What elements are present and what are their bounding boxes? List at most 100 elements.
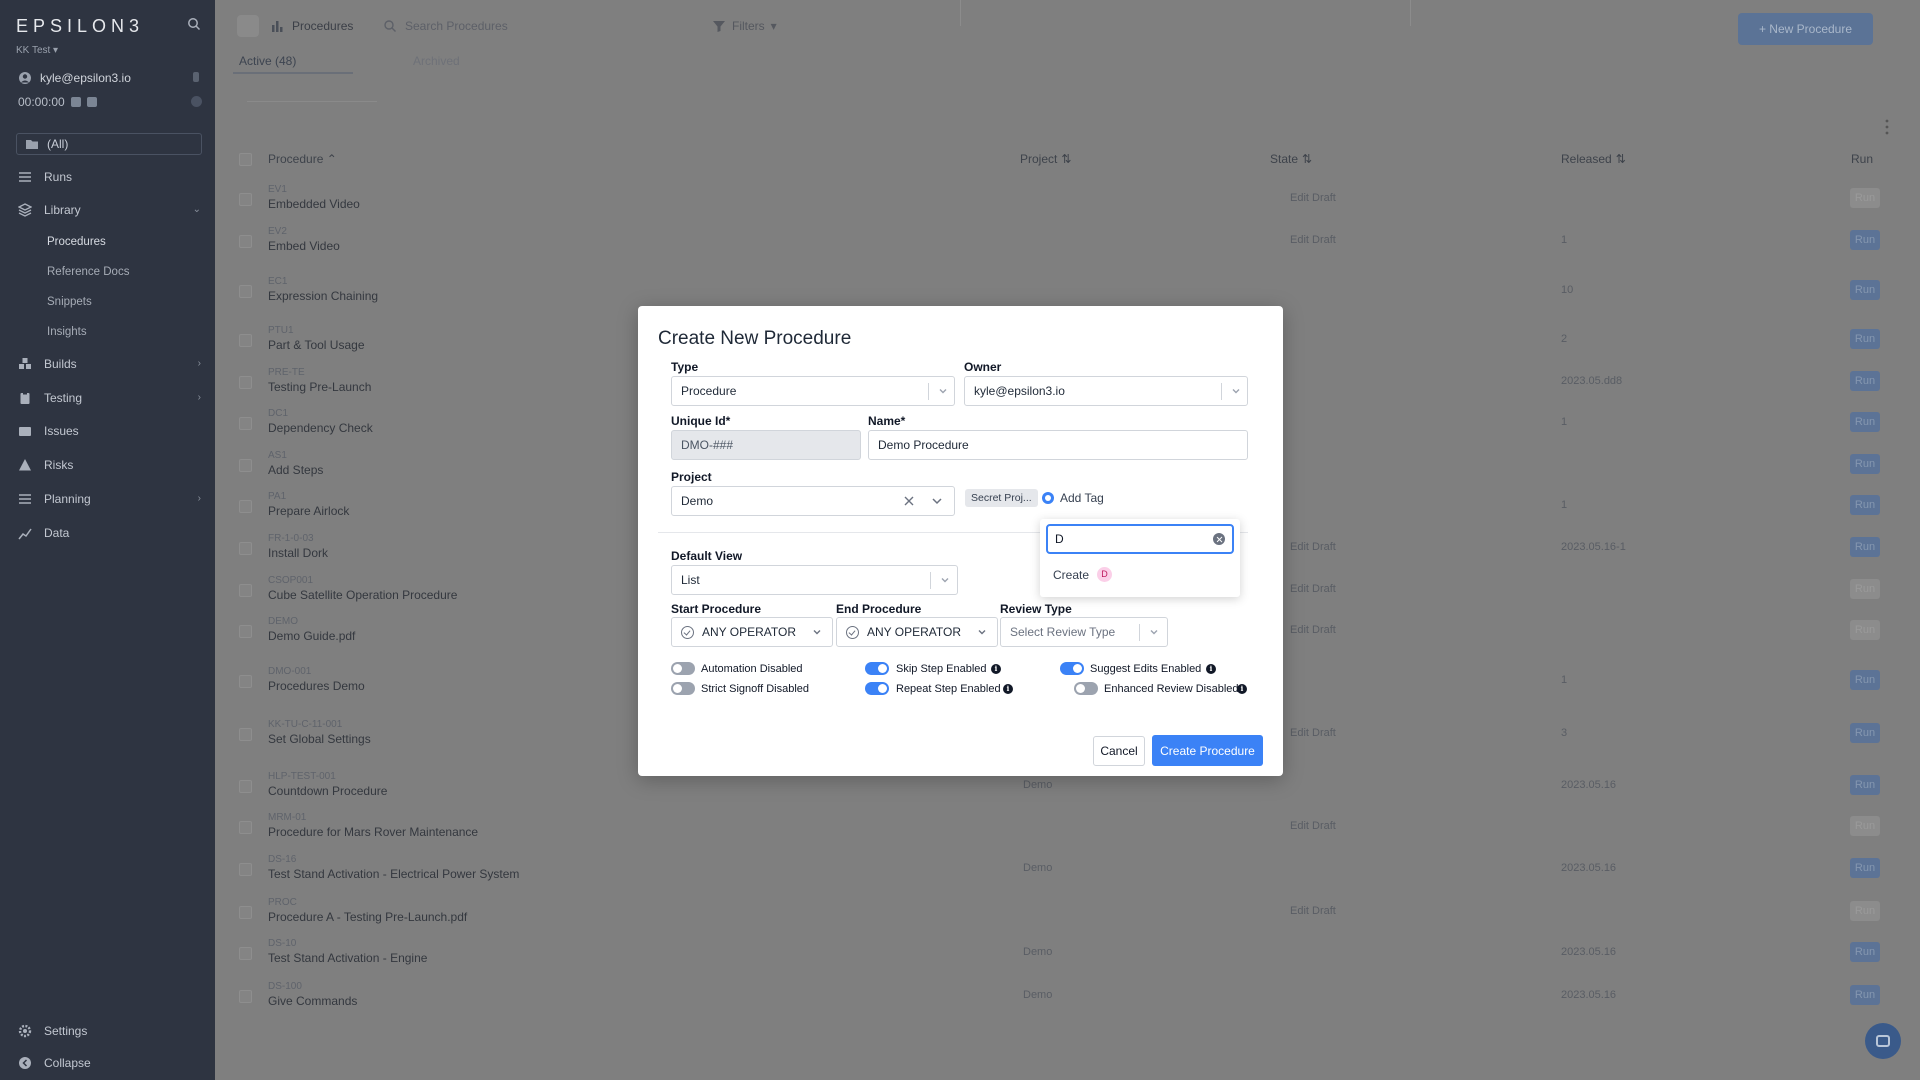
clear-icon[interactable]	[1213, 533, 1225, 545]
row-procedure-name[interactable]: Countdown Procedure	[268, 784, 387, 798]
row-procedure-name[interactable]: Test Stand Activation - Electrical Power…	[268, 867, 519, 881]
run-button[interactable]: Run	[1850, 495, 1880, 515]
column-header-state[interactable]: State ⇅	[1270, 152, 1312, 166]
start-procedure-select[interactable]: ANY OPERATOR	[671, 617, 833, 647]
run-button[interactable]: Run	[1850, 775, 1880, 795]
sidebar-item-testing[interactable]: Testing ›	[0, 385, 215, 411]
project-select[interactable]: Demo	[671, 486, 955, 516]
row-procedure-name[interactable]: Give Commands	[268, 994, 357, 1008]
run-button[interactable]: Run	[1850, 901, 1880, 921]
row-state[interactable]: Edit Draft	[1290, 905, 1336, 917]
default-view-select[interactable]: List	[671, 565, 958, 595]
tag-chip[interactable]: Secret Proj...	[965, 489, 1038, 507]
run-button[interactable]: Run	[1850, 454, 1880, 474]
sidebar-item-library[interactable]: Library ⌄	[0, 197, 215, 223]
chevron-down-icon[interactable]	[930, 494, 944, 508]
row-checkbox[interactable]	[239, 235, 252, 248]
run-button[interactable]: Run	[1850, 942, 1880, 962]
row-checkbox[interactable]	[239, 863, 252, 876]
row-checkbox[interactable]	[239, 376, 252, 389]
info-icon[interactable]: i	[1237, 684, 1247, 694]
skip-step-toggle[interactable]	[865, 662, 889, 675]
search-input[interactable]: Search Procedures	[405, 19, 508, 33]
more-options-icon[interactable]	[1885, 118, 1889, 136]
sidebar-item-runs[interactable]: Runs	[0, 164, 215, 190]
run-button[interactable]: Run	[1850, 371, 1880, 391]
row-state[interactable]: Edit Draft	[1290, 820, 1336, 832]
sidebar-collapse-button[interactable]: Collapse	[0, 1050, 215, 1076]
row-checkbox[interactable]	[239, 728, 252, 741]
row-procedure-name[interactable]: Procedure for Mars Rover Maintenance	[268, 825, 478, 839]
row-checkbox[interactable]	[239, 780, 252, 793]
sidebar-item-reference-docs[interactable]: Reference Docs	[0, 259, 215, 285]
row-procedure-name[interactable]: Test Stand Activation - Engine	[268, 951, 427, 965]
sidebar-item-planning[interactable]: Planning ›	[0, 486, 215, 512]
row-checkbox[interactable]	[239, 459, 252, 472]
sidebar-item-risks[interactable]: Risks	[0, 452, 215, 478]
row-checkbox[interactable]	[239, 625, 252, 638]
end-procedure-select[interactable]: ANY OPERATOR	[836, 617, 998, 647]
run-button[interactable]: Run	[1850, 670, 1880, 690]
app-logo[interactable]: EPSILON3	[16, 16, 144, 37]
run-button[interactable]: Run	[1850, 985, 1880, 1005]
row-procedure-name[interactable]: Embed Video	[268, 239, 340, 253]
row-checkbox[interactable]	[239, 906, 252, 919]
type-select[interactable]: Procedure	[671, 376, 955, 406]
name-input[interactable]: Demo Procedure	[868, 430, 1248, 460]
row-state[interactable]: Edit Draft	[1290, 541, 1336, 553]
select-all-checkbox[interactable]	[239, 153, 252, 166]
tab-active[interactable]: Active (48)	[233, 54, 353, 74]
back-button[interactable]	[237, 15, 259, 37]
enhanced-review-toggle[interactable]	[1074, 682, 1098, 695]
row-procedure-name[interactable]: Procedure A - Testing Pre-Launch.pdf	[268, 910, 467, 924]
row-procedure-name[interactable]: Cube Satellite Operation Procedure	[268, 588, 457, 602]
row-checkbox[interactable]	[239, 417, 252, 430]
sidebar-item-data[interactable]: Data	[0, 520, 215, 546]
filters-button[interactable]: Filters ▾	[712, 19, 777, 33]
row-checkbox[interactable]	[239, 285, 252, 298]
clear-icon[interactable]	[902, 494, 916, 508]
row-checkbox[interactable]	[239, 584, 252, 597]
info-icon[interactable]: i	[1206, 664, 1216, 674]
row-checkbox[interactable]	[239, 334, 252, 347]
info-icon[interactable]: i	[991, 664, 1001, 674]
review-type-select[interactable]: Select Review Type	[1000, 617, 1168, 647]
sidebar-item-settings[interactable]: Settings	[0, 1018, 215, 1044]
row-state[interactable]: Edit Draft	[1290, 583, 1336, 595]
user-menu[interactable]: kyle@epsilon3.io	[18, 71, 131, 85]
run-button[interactable]: Run	[1850, 537, 1880, 557]
owner-select[interactable]: kyle@epsilon3.io	[964, 376, 1248, 406]
row-checkbox[interactable]	[239, 675, 252, 688]
tab-archived[interactable]: Archived	[413, 54, 460, 74]
row-procedure-name[interactable]: Prepare Airlock	[268, 504, 349, 518]
suggest-edits-toggle[interactable]	[1060, 662, 1084, 675]
row-state[interactable]: Edit Draft	[1290, 624, 1336, 636]
sidebar-item-builds[interactable]: Builds ›	[0, 351, 215, 377]
row-procedure-name[interactable]: Dependency Check	[268, 421, 373, 435]
row-procedure-name[interactable]: Install Dork	[268, 546, 328, 560]
run-button[interactable]: Run	[1850, 230, 1880, 250]
workspace-filter[interactable]: (All)	[16, 133, 202, 155]
procedure-search[interactable]: Search Procedures	[383, 19, 508, 33]
row-state[interactable]: Edit Draft	[1290, 192, 1336, 204]
cancel-button[interactable]: Cancel	[1093, 736, 1145, 766]
run-button[interactable]: Run	[1850, 620, 1880, 640]
create-tag-option[interactable]: Create D	[1053, 567, 1113, 582]
repeat-step-toggle[interactable]	[865, 682, 889, 695]
row-state[interactable]: Edit Draft	[1290, 727, 1336, 739]
team-selector[interactable]: KK Test ▾	[16, 45, 58, 56]
search-icon[interactable]	[187, 17, 201, 31]
tag-search-input[interactable]: D	[1046, 524, 1234, 554]
user-menu-handle-icon[interactable]	[193, 72, 199, 82]
row-procedure-name[interactable]: Set Global Settings	[268, 732, 371, 746]
column-header-released[interactable]: Released ⇅	[1561, 152, 1626, 166]
automation-toggle[interactable]	[671, 662, 695, 675]
row-checkbox[interactable]	[239, 947, 252, 960]
new-procedure-button[interactable]: + New Procedure	[1738, 13, 1873, 45]
run-button[interactable]: Run	[1850, 412, 1880, 432]
sidebar-item-insights[interactable]: Insights	[0, 319, 215, 345]
sidebar-item-issues[interactable]: Issues	[0, 418, 215, 444]
column-header-procedure[interactable]: Procedure ⌃	[268, 152, 337, 166]
run-button[interactable]: Run	[1850, 723, 1880, 743]
run-button[interactable]: Run	[1850, 816, 1880, 836]
